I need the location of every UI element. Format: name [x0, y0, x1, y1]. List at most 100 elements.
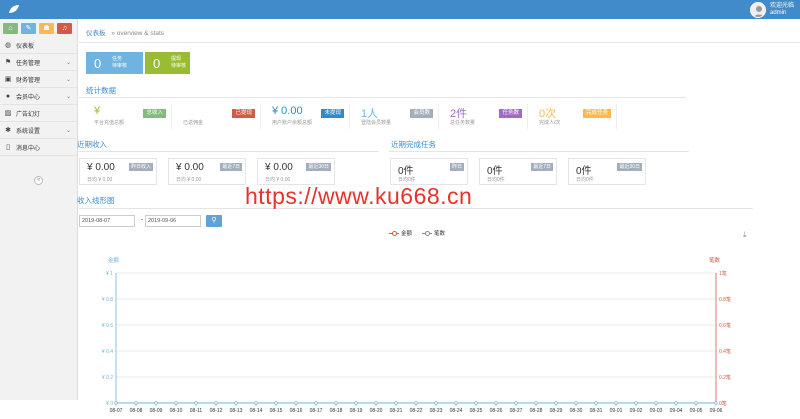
card-tag: 最近30日 [306, 163, 331, 171]
data-point[interactable] [615, 402, 618, 405]
data-point[interactable] [595, 402, 598, 405]
gear-icon: ✱ [4, 126, 12, 134]
data-point[interactable] [195, 402, 198, 405]
income-card: ¥ 0.00日均 ¥ 0.00昨日收入 [79, 158, 157, 185]
data-point[interactable] [635, 402, 638, 405]
income-card: ¥ 0.00日均 ¥ 0.00最近30日 [257, 158, 335, 185]
leaf-logo-icon[interactable] [8, 4, 20, 14]
y-right-tick-label: 1笔 [719, 270, 727, 277]
data-point[interactable] [435, 402, 438, 405]
data-point[interactable] [675, 402, 678, 405]
data-point[interactable] [175, 402, 178, 405]
chevron-down-icon: ⌄ [66, 59, 71, 66]
card-desc: 日均 ¥ 0.00 [87, 176, 112, 183]
x-tick-label: 08-17 [310, 408, 323, 414]
right-axis-label: 笔数 [709, 256, 721, 264]
top-navbar: 欢迎光临 admin [0, 0, 800, 19]
data-point[interactable] [575, 402, 578, 405]
x-tick-label: 08-24 [450, 408, 463, 414]
pending-status: 待审核 [112, 63, 127, 70]
data-point[interactable] [155, 402, 158, 405]
stat-tag: 已提现 [232, 109, 255, 118]
data-point[interactable] [335, 402, 338, 405]
sidebar-item-label: 消息中心 [16, 143, 40, 152]
data-point[interactable] [315, 402, 318, 405]
data-point[interactable] [375, 402, 378, 405]
stat-value: ¥ [94, 105, 100, 117]
data-point[interactable] [355, 402, 358, 405]
data-point[interactable] [695, 402, 698, 405]
legend-item-amount[interactable]: 金额 [389, 229, 412, 237]
data-point[interactable] [495, 402, 498, 405]
data-point[interactable] [115, 402, 118, 405]
data-point[interactable] [395, 402, 398, 405]
users-shortcut-button[interactable]: ☗ [39, 23, 54, 34]
sidebar-item[interactable]: ▣财务管理⌄ [0, 71, 77, 88]
card-value: ¥ 0.00 [176, 162, 204, 173]
sidebar-item[interactable]: ●会员中心⌄ [0, 88, 77, 105]
sidebar-item-label: 会员中心 [16, 92, 40, 101]
stat-tag: 任务数 [499, 109, 522, 118]
data-point[interactable] [475, 402, 478, 405]
user-menu[interactable]: 欢迎光临 admin [750, 0, 800, 19]
y-right-tick-label: 0.2笔 [719, 374, 731, 381]
data-point[interactable] [215, 402, 218, 405]
username: admin [770, 10, 794, 17]
data-point[interactable] [555, 402, 558, 405]
card-desc: 日均 ¥ 0.00 [176, 176, 201, 183]
start-date-input[interactable]: 2019-08-07 [79, 215, 135, 227]
card-desc: 日均0件 [398, 176, 416, 183]
x-tick-label: 08-10 [170, 408, 183, 414]
data-point[interactable] [275, 402, 278, 405]
stat-desc: 已返佣金 [183, 119, 203, 126]
search-button[interactable]: ⚲ [206, 215, 222, 227]
end-date-input[interactable]: 2019-09-06 [145, 215, 201, 227]
x-tick-label: 08-25 [470, 408, 483, 414]
stat-desc: 用户账户余额总额 [272, 119, 312, 126]
x-tick-label: 08-22 [410, 408, 423, 414]
data-point[interactable] [255, 402, 258, 405]
chevron-down-icon: ⌄ [66, 127, 71, 134]
sidebar-collapse-button[interactable]: « [34, 176, 43, 185]
pending-tile[interactable]: 0提现待审核 [145, 52, 190, 74]
sidebar-shortcuts: ⌂ ✎ ☗♫ [0, 19, 77, 37]
pending-count: 0 [94, 56, 108, 71]
sidebar-item[interactable]: ▨广告幻灯 [0, 105, 77, 122]
data-point[interactable] [295, 402, 298, 405]
x-tick-label: 08-14 [250, 408, 263, 414]
data-point[interactable] [415, 402, 418, 405]
page-title[interactable]: 仪表板 [86, 30, 106, 37]
bookmark-icon: ▯ [4, 143, 12, 151]
pending-tile[interactable]: 0任务待审核 [86, 52, 143, 74]
chevron-down-icon: ⌄ [66, 76, 71, 83]
sidebar-item[interactable]: ▯ 消息中心 [0, 139, 77, 156]
data-point[interactable] [655, 402, 658, 405]
bell-shortcut-button[interactable]: ♫ [57, 23, 72, 34]
legend-item-count[interactable]: 笔数 [422, 229, 445, 237]
pencil-shortcut-button[interactable]: ✎ [21, 23, 36, 34]
data-point[interactable] [515, 402, 518, 405]
data-point[interactable] [135, 402, 138, 405]
sidebar-item-label: 仪表板 [16, 41, 34, 50]
x-tick-label: 09-02 [630, 408, 643, 414]
home-shortcut-button[interactable]: ⌂ [3, 23, 18, 34]
data-point[interactable] [715, 402, 718, 405]
stat-card: 1人登陆会员数量会员数 [353, 104, 439, 129]
data-point[interactable] [235, 402, 238, 405]
left-axis-label: 金额 [108, 256, 120, 264]
welcome-text: 欢迎光临 [770, 3, 794, 10]
sidebar-item[interactable]: ◍仪表板 [0, 37, 77, 54]
data-point[interactable] [535, 402, 538, 405]
y-left-tick-label: ¥ 0.2 [102, 375, 113, 381]
chart-legend: 金额 笔数 [389, 229, 445, 237]
stat-desc: 平台充值总额 [94, 119, 124, 126]
stat-value: ¥ 0.00 [272, 105, 303, 117]
avatar[interactable] [750, 2, 766, 18]
card-value: 0件 [487, 162, 503, 177]
download-icon[interactable]: ⤓ [743, 230, 747, 240]
sidebar-item[interactable]: ✱系统设置⌄ [0, 122, 77, 139]
income-title: 近期收入 [77, 139, 107, 150]
pencil-icon: ✎ [26, 25, 32, 32]
sidebar-item[interactable]: ⚑任务管理⌄ [0, 54, 77, 71]
data-point[interactable] [455, 402, 458, 405]
